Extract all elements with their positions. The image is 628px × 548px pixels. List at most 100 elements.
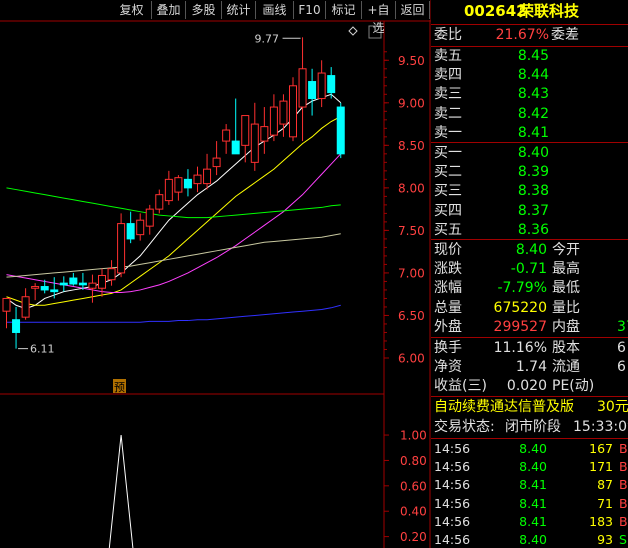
candle-body[interactable]: [250, 123, 259, 163]
candle-body[interactable]: [2, 297, 11, 312]
candle-body[interactable]: [241, 115, 250, 146]
candle-body[interactable]: [50, 289, 59, 293]
toolbar-button-4[interactable]: 画线: [256, 1, 294, 19]
candle-body[interactable]: [269, 106, 278, 136]
candle-body[interactable]: [98, 274, 106, 289]
quote-label: 净资: [434, 359, 462, 376]
trade-row[interactable]: 14:56 8.40 93 S: [431, 531, 628, 548]
asks-row[interactable]: 卖三 8.43: [431, 85, 628, 104]
candle-body[interactable]: [203, 168, 212, 185]
level-price: 8.44: [517, 67, 549, 84]
price-tick-label: 6.50: [398, 309, 425, 323]
bids-row[interactable]: 买二 8.39: [431, 163, 628, 182]
indicator-line: [108, 434, 134, 548]
candle-body[interactable]: [289, 85, 297, 138]
toolbar-button-2[interactable]: 多股: [186, 1, 222, 19]
promo-text[interactable]: 自动续费通达信普及版: [434, 398, 574, 417]
quote-label: 现价: [434, 242, 462, 258]
quote-label: 换手: [434, 340, 462, 356]
candle-body[interactable]: [59, 282, 68, 286]
level-label: 买五: [434, 221, 462, 238]
candle-body[interactable]: [107, 268, 116, 281]
trade-time: 14:56: [434, 441, 471, 456]
promo-price: 30元: [597, 399, 628, 415]
candle-body[interactable]: [12, 319, 21, 333]
candle-body[interactable]: [117, 223, 126, 274]
candle-body[interactable]: [174, 177, 183, 193]
quote-value: 8.40: [515, 242, 547, 258]
trade-time: 14:56: [434, 495, 471, 511]
trade-row[interactable]: 14:56 8.40 167 B: [431, 440, 628, 458]
candle-body[interactable]: [78, 282, 87, 286]
promo-banner[interactable]: 自动续费通达信普及版 30元: [431, 398, 628, 417]
level-label: 买三: [434, 183, 462, 200]
quote-label-2: 最低: [552, 280, 580, 297]
quote-label-2: 量比: [552, 299, 580, 316]
quote-row: 现价 8.40 今开: [431, 241, 628, 260]
candle-body[interactable]: [317, 72, 326, 100]
candle-body[interactable]: [136, 219, 145, 236]
quote-row: 收益(三) 0.020 PE(动): [431, 377, 628, 396]
candle-body[interactable]: [222, 129, 231, 142]
trade-row[interactable]: 14:56 8.41 183 B: [431, 513, 628, 531]
candle-body[interactable]: [279, 100, 288, 125]
candle-body[interactable]: [260, 126, 269, 142]
trade-volume: 71: [597, 495, 613, 511]
candle-body[interactable]: [69, 277, 78, 285]
candle-body[interactable]: [231, 140, 240, 155]
bids-row[interactable]: 买五 8.36: [431, 221, 628, 240]
quote-label-2: 流通: [552, 359, 580, 376]
candle-body[interactable]: [155, 194, 164, 210]
toolbar-button-0[interactable]: 复权: [112, 1, 152, 19]
quote-label: 总量: [434, 299, 462, 316]
candle-body[interactable]: [40, 286, 49, 291]
trade-side: B: [619, 495, 628, 511]
bids-row[interactable]: 买一 8.40: [431, 144, 628, 163]
weibi-value: 21.67%: [495, 27, 549, 43]
level-label: 买四: [434, 202, 462, 219]
candle-body[interactable]: [183, 178, 192, 189]
toolbar-button-1[interactable]: 叠加: [152, 1, 186, 19]
toolbar-button-8[interactable]: 返回: [396, 1, 430, 19]
quote-row: 涨跌 -0.71 最高: [431, 260, 628, 279]
candle-body[interactable]: [308, 81, 317, 100]
toolbar-button-3[interactable]: 统计: [222, 1, 256, 19]
candle-body[interactable]: [327, 75, 336, 94]
candle-body[interactable]: [193, 174, 202, 185]
quote-row: 外盘 299527 内盘 37: [431, 318, 628, 337]
asks-row[interactable]: 卖二 8.42: [431, 105, 628, 124]
trade-side: B: [619, 513, 628, 529]
trade-row[interactable]: 14:56 8.41 71 B: [431, 495, 628, 513]
candle-body[interactable]: [126, 223, 135, 240]
bids-row[interactable]: 买三 8.38: [431, 182, 628, 201]
candle-body[interactable]: [336, 106, 345, 155]
trade-status-value: 闭市阶段: [505, 419, 561, 435]
bids-row[interactable]: 买四 8.37: [431, 202, 628, 221]
trade-side: S: [619, 532, 627, 547]
trade-price: 8.40: [519, 459, 547, 475]
level-label: 卖四: [434, 67, 462, 84]
divider: [431, 24, 628, 25]
diamond-icon[interactable]: [348, 26, 358, 36]
candle-body[interactable]: [145, 208, 154, 227]
asks-row[interactable]: 卖一 8.41: [431, 124, 628, 143]
asks-row[interactable]: 卖五 8.45: [431, 47, 628, 66]
candle-body[interactable]: [212, 157, 221, 168]
quote-value: 1.74: [515, 359, 547, 376]
candle-body[interactable]: [298, 68, 307, 108]
candle-body[interactable]: [164, 178, 173, 202]
asks-row[interactable]: 卖四 8.44: [431, 66, 628, 85]
kline-chart[interactable]: 9.50 9.00 8.50 8.00 7.50 7.00 6.50 6.00 9.77 6.11…: [0, 0, 431, 548]
toolbar-button-7[interactable]: +自选: [362, 1, 396, 35]
trade-time: 14:56: [434, 459, 471, 475]
trade-volume: 171: [589, 459, 613, 475]
toolbar-button-6[interactable]: 标记: [326, 1, 362, 19]
candle-body[interactable]: [88, 282, 97, 289]
trade-row[interactable]: 14:56 8.40 171 B: [431, 458, 628, 476]
trade-status: 交易状态: 闭市阶段 15:33:09: [431, 418, 628, 437]
toolbar-button-5[interactable]: F10: [294, 1, 326, 19]
quote-value: 675220: [493, 299, 547, 316]
candle-body[interactable]: [21, 296, 30, 318]
candle-body[interactable]: [31, 286, 40, 289]
trade-row[interactable]: 14:56 8.41 87 B: [431, 476, 628, 494]
